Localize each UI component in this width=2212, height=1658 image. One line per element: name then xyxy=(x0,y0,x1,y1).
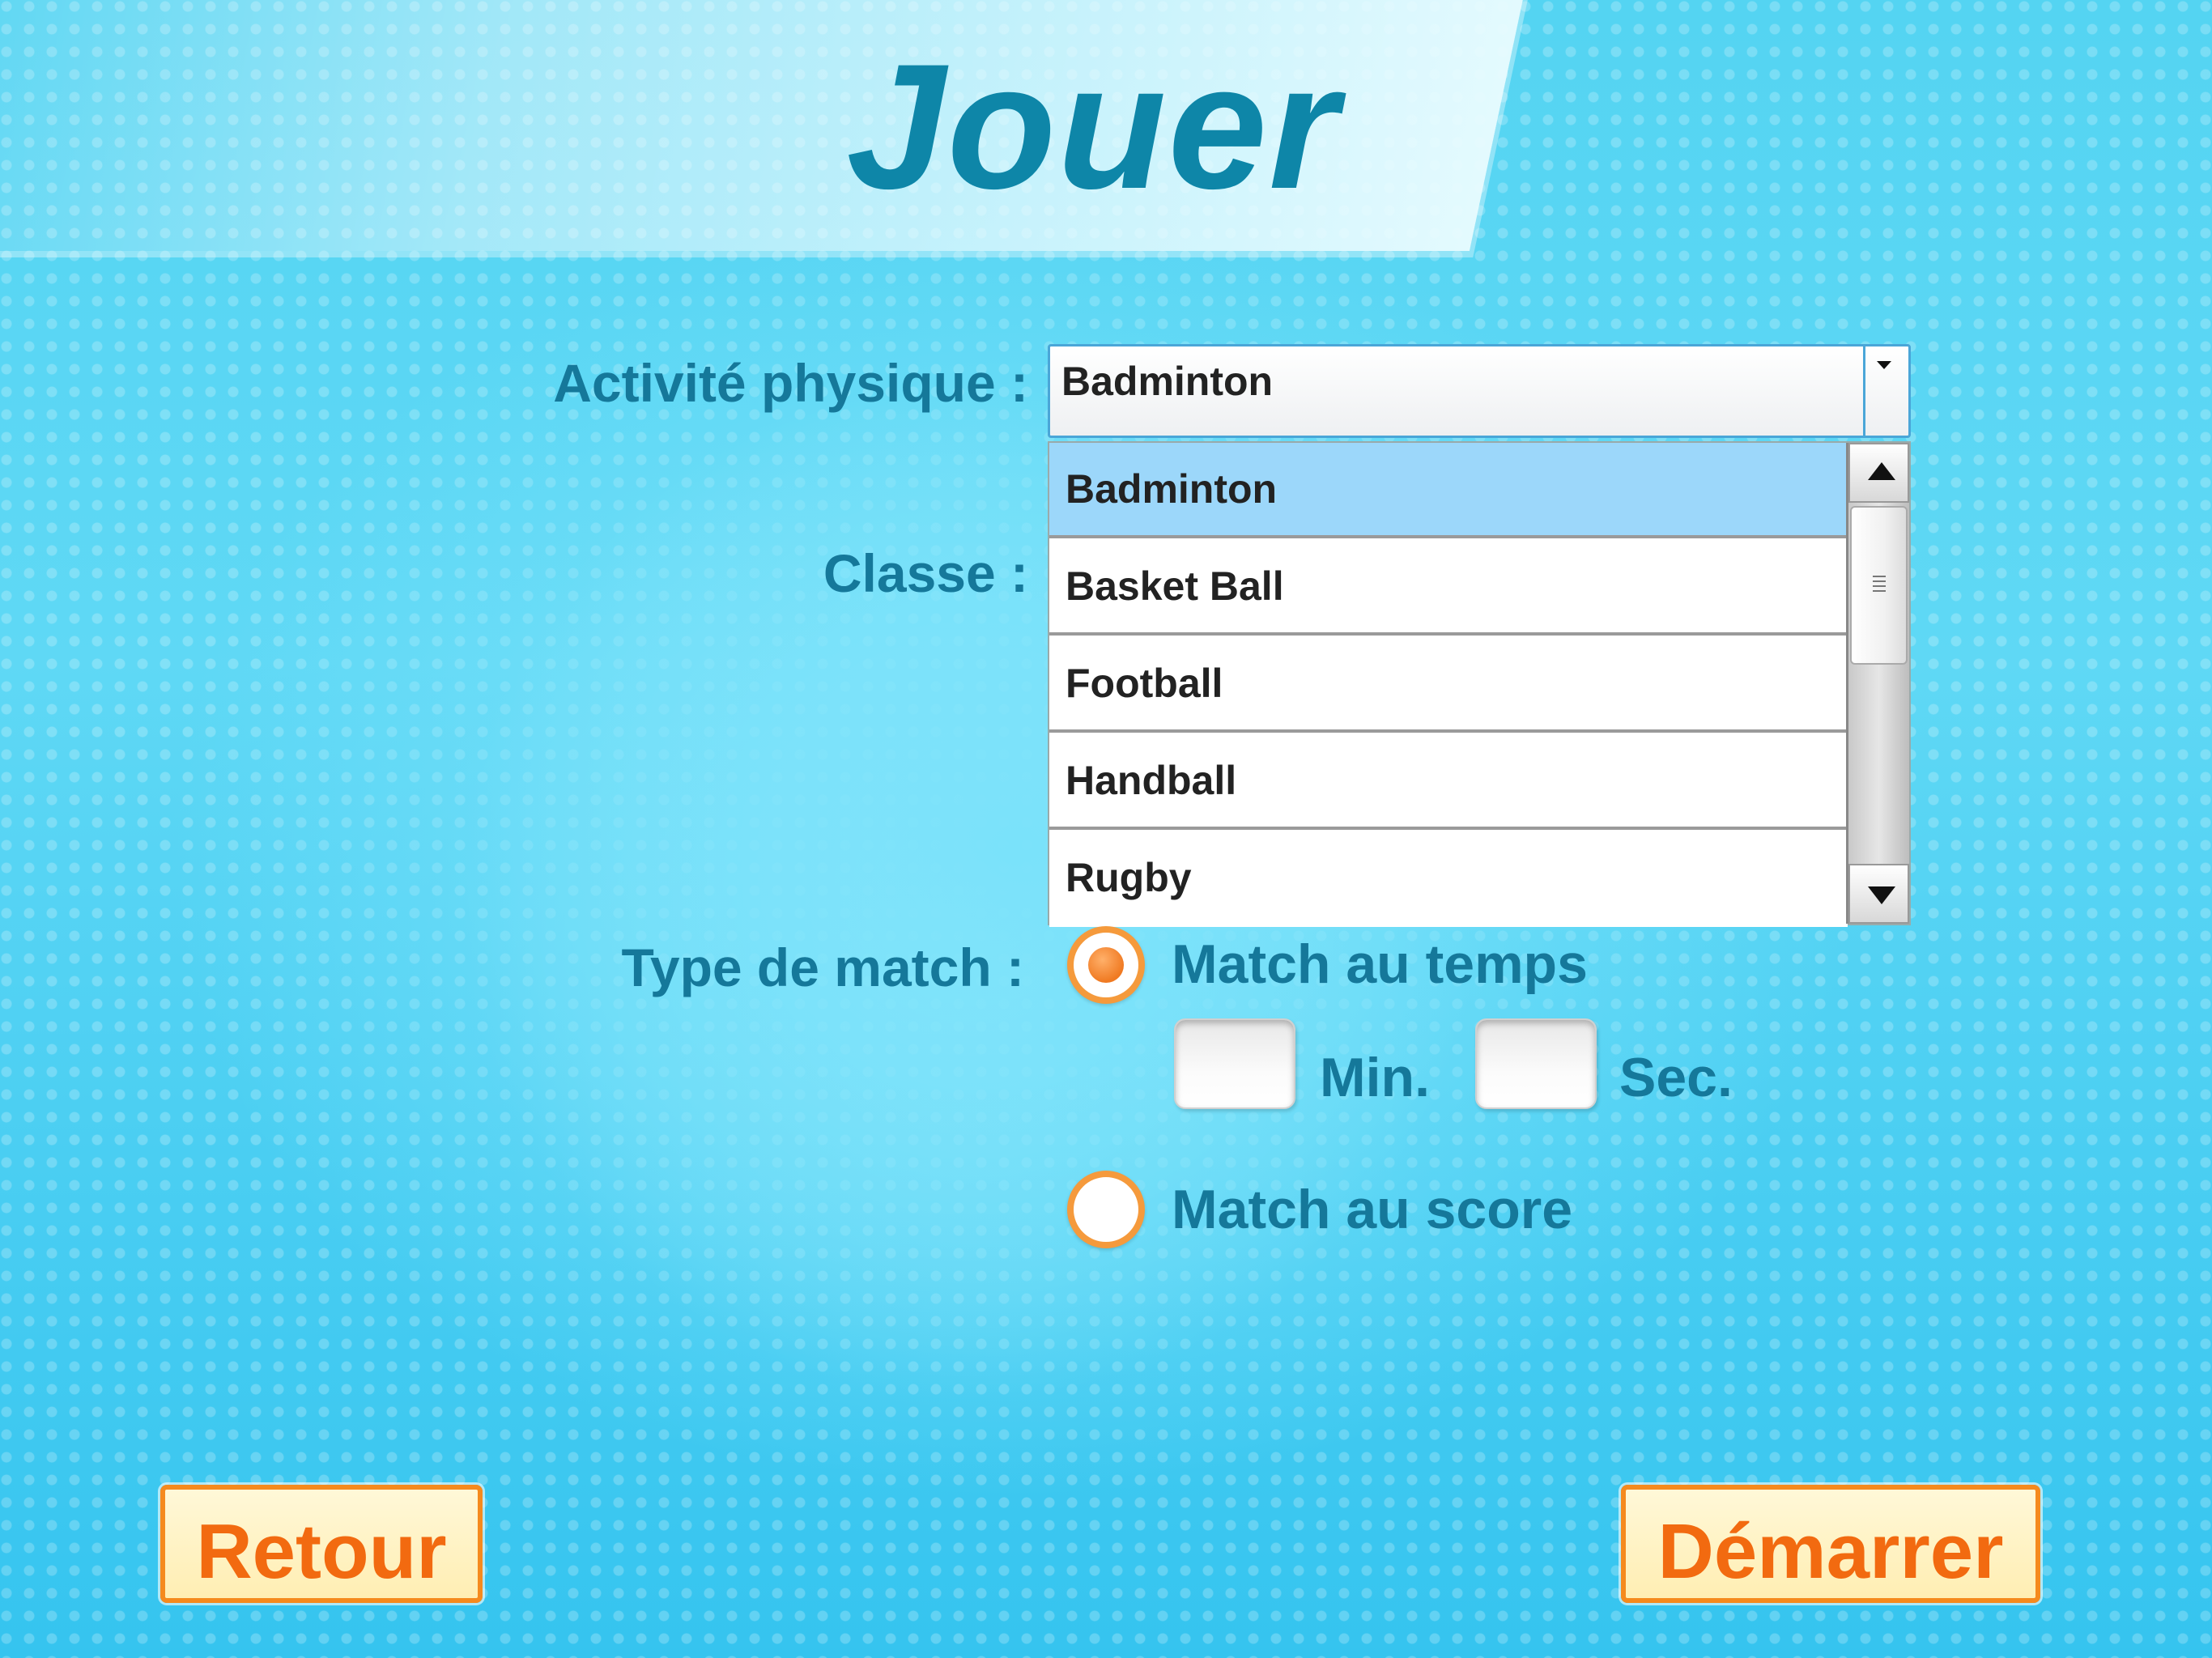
list-item-badminton[interactable]: Badminton xyxy=(1049,443,1848,538)
scroll-grip-icon xyxy=(1873,576,1886,593)
scroll-up-icon xyxy=(1868,462,1895,480)
list-item-label: Basket Ball xyxy=(1066,563,1284,609)
start-button-label: Démarrer xyxy=(1657,1508,2004,1595)
scroll-down-button[interactable] xyxy=(1848,864,1909,924)
dropdown-arrow-icon xyxy=(1877,361,1891,369)
seconds-input[interactable] xyxy=(1475,1018,1597,1109)
start-button[interactable]: Démarrer xyxy=(1621,1485,2040,1603)
list-scrollbar[interactable] xyxy=(1846,443,1909,924)
match-time-label[interactable]: Match au temps xyxy=(1172,933,1588,996)
radio-match-time[interactable] xyxy=(1067,926,1145,1004)
list-item-handball[interactable]: Handball xyxy=(1049,734,1848,830)
seconds-unit-label: Sec. xyxy=(1619,1047,1733,1108)
page-title: Jouer xyxy=(846,27,1340,226)
radio-match-score[interactable] xyxy=(1067,1171,1145,1248)
minutes-input[interactable] xyxy=(1174,1018,1295,1109)
activity-options-list[interactable]: Badminton Basket Ball Football Handball … xyxy=(1048,441,1911,927)
list-item-label: Football xyxy=(1066,661,1223,706)
scroll-thumb[interactable] xyxy=(1850,506,1908,665)
list-item-basket-ball[interactable]: Basket Ball xyxy=(1049,540,1848,636)
minutes-unit-label: Min. xyxy=(1320,1047,1430,1108)
list-item-label: Rugby xyxy=(1066,855,1192,900)
radio-selected-dot xyxy=(1088,947,1124,983)
activity-select-value: Badminton xyxy=(1061,359,1274,404)
class-label: Classe : xyxy=(823,543,1028,603)
activity-select-toggle[interactable] xyxy=(1863,346,1908,436)
list-item-label: Handball xyxy=(1066,758,1237,803)
activity-label: Activité physique : xyxy=(553,353,1028,413)
match-score-label[interactable]: Match au score xyxy=(1172,1178,1572,1241)
back-button[interactable]: Retour xyxy=(160,1485,483,1603)
scroll-up-button[interactable] xyxy=(1848,443,1909,503)
list-item-label: Badminton xyxy=(1066,466,1278,512)
list-item-rugby[interactable]: Rugby xyxy=(1049,831,1848,927)
match-type-label: Type de match : xyxy=(621,937,1024,997)
activity-select[interactable]: Badminton xyxy=(1048,344,1911,438)
back-button-label: Retour xyxy=(196,1508,447,1595)
scroll-down-icon xyxy=(1868,886,1895,904)
list-item-football[interactable]: Football xyxy=(1049,637,1848,733)
